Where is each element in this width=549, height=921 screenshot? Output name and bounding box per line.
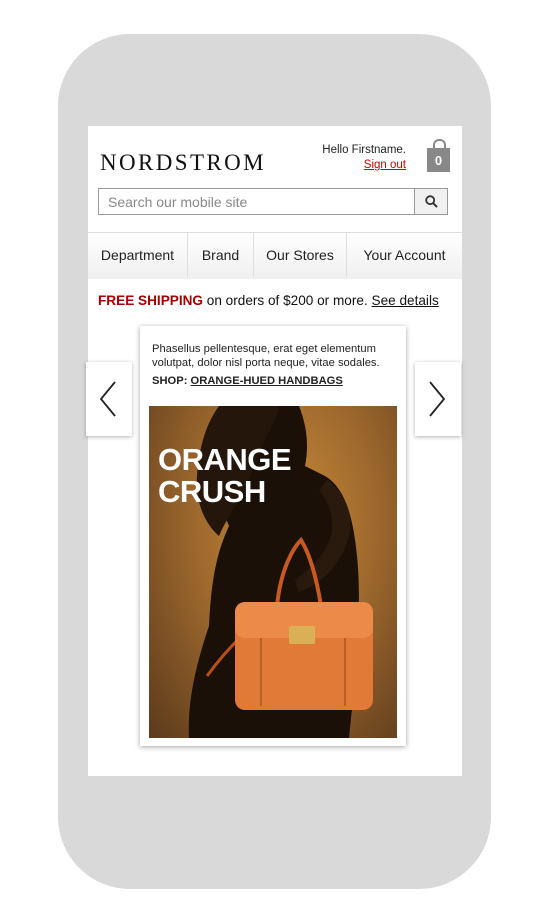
search-input[interactable] bbox=[99, 189, 415, 214]
search-icon bbox=[425, 195, 438, 208]
main-nav: Department Brand Our Stores Your Account bbox=[88, 232, 462, 279]
promo-card: Phasellus pellentesque, erat eget elemen… bbox=[140, 326, 406, 746]
chevron-left-icon bbox=[99, 381, 116, 417]
see-details-link[interactable]: See details bbox=[372, 293, 439, 308]
bag-count: 0 bbox=[434, 153, 443, 168]
cut-off-promo-text bbox=[98, 771, 418, 776]
carousel-prev-button[interactable] bbox=[86, 362, 132, 436]
nav-department[interactable]: Department bbox=[88, 233, 188, 277]
shopping-bag-button[interactable]: 0 bbox=[427, 139, 450, 172]
mobile-screen: NORDSTROM Hello Firstname. Sign out 0 De… bbox=[88, 126, 462, 776]
hero-image[interactable]: ORANGE CRUSH bbox=[149, 406, 397, 738]
hero-line-2: CRUSH bbox=[158, 474, 266, 509]
chevron-right-icon bbox=[429, 381, 446, 417]
sign-out-link[interactable]: Sign out bbox=[322, 158, 406, 173]
nav-brand[interactable]: Brand bbox=[188, 233, 254, 277]
promo-text: on orders of $200 or more. bbox=[203, 293, 372, 308]
search-button[interactable] bbox=[414, 189, 447, 214]
shop-handbags-link[interactable]: ORANGE-HUED HANDBAGS bbox=[191, 375, 343, 387]
shop-label: SHOP: bbox=[152, 375, 191, 387]
search-bar bbox=[98, 188, 448, 215]
account-greeting: Hello Firstname. Sign out bbox=[322, 143, 406, 173]
shipping-promo: FREE SHIPPING on orders of $200 or more.… bbox=[98, 293, 439, 308]
nav-our-stores[interactable]: Our Stores bbox=[254, 233, 347, 277]
hero-line-1: ORANGE bbox=[158, 442, 292, 477]
nav-your-account[interactable]: Your Account bbox=[347, 233, 462, 277]
card-description: Phasellus pellentesque, erat eget elemen… bbox=[152, 343, 380, 369]
nordstrom-logo[interactable]: NORDSTROM bbox=[100, 150, 266, 176]
promo-highlight: FREE SHIPPING bbox=[98, 293, 203, 308]
carousel-next-button[interactable] bbox=[415, 362, 461, 436]
greeting-text: Hello Firstname. bbox=[322, 144, 406, 156]
card-shop-line: SHOP: ORANGE-HUED HANDBAGS bbox=[152, 375, 343, 387]
shopping-bag-icon bbox=[433, 139, 446, 150]
hero-headline: ORANGE CRUSH bbox=[158, 442, 292, 509]
